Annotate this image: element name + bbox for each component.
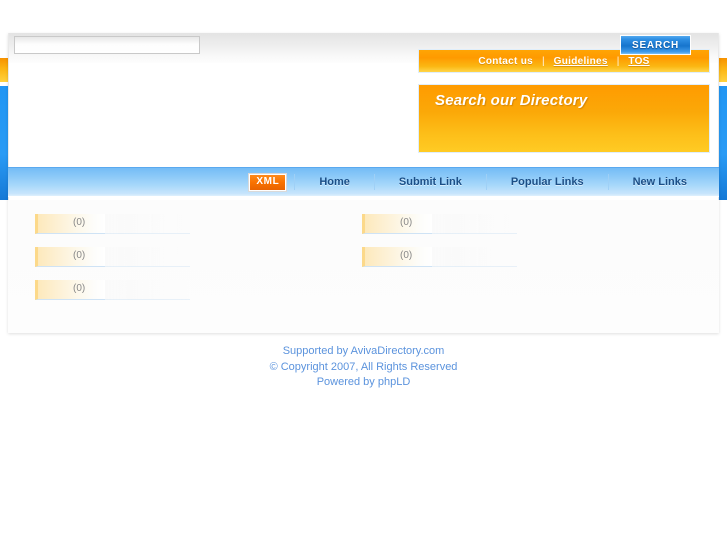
- top-link-contact-us[interactable]: Contact us: [469, 56, 542, 67]
- nav-separator: [373, 174, 375, 190]
- search-panel: Search our Directory: [418, 84, 710, 153]
- category-pill: [35, 247, 105, 267]
- nav-item-submit-link[interactable]: Submit Link: [381, 176, 480, 188]
- nav-item-new-links[interactable]: New Links: [615, 176, 705, 188]
- footer-powered-prefix: Powered by: [316, 376, 378, 388]
- category-fade: [105, 247, 190, 267]
- category-fade: [105, 214, 190, 234]
- category-pill: [35, 214, 105, 234]
- search-input[interactable]: [14, 36, 200, 54]
- category-count: (0): [400, 217, 413, 228]
- category-count: (0): [400, 250, 413, 261]
- list-item[interactable]: (0): [35, 214, 231, 236]
- right-accent-bar-orange: [718, 58, 727, 82]
- list-item[interactable]: (0): [35, 247, 231, 269]
- category-fade: [432, 214, 517, 234]
- nav-separator: [294, 174, 296, 190]
- footer-supported-prefix: Supported by: [282, 345, 351, 357]
- nav-separator: [607, 174, 609, 190]
- category-pill: [362, 247, 432, 267]
- top-links-separator-2: |: [616, 55, 620, 67]
- right-accent-bar-blue: [718, 86, 727, 200]
- category-count: (0): [73, 250, 86, 261]
- list-item[interactable]: (0): [35, 280, 231, 302]
- list-item[interactable]: (0): [362, 247, 558, 269]
- search-panel-title: Search our Directory: [435, 92, 588, 109]
- nav-item-home[interactable]: Home: [301, 176, 368, 188]
- list-item[interactable]: (0): [362, 214, 558, 236]
- xml-feed-badge[interactable]: XML: [249, 173, 287, 191]
- top-link-guidelines[interactable]: Guidelines: [545, 56, 617, 67]
- category-count: (0): [73, 283, 86, 294]
- category-pill: [362, 214, 432, 234]
- page-footer: Supported by AvivaDirectory.com © Copyri…: [0, 344, 727, 391]
- footer-line-copyright: © Copyright 2007, All Rights Reserved: [269, 360, 458, 373]
- category-fade: [432, 247, 517, 267]
- footer-link-phpld[interactable]: phpLD: [378, 376, 410, 388]
- top-link-tos[interactable]: TOS: [619, 56, 658, 67]
- main-navigation-bar: XML Home Submit Link Popular Links New L…: [8, 167, 719, 197]
- footer-line-powered-by: Powered by phpLD: [0, 375, 727, 391]
- top-links-separator-1: |: [542, 55, 545, 67]
- search-button[interactable]: SEARCH: [620, 35, 691, 55]
- footer-line-supported-by: Supported by AvivaDirectory.com: [0, 344, 727, 360]
- category-column-right: (0) (0): [362, 214, 692, 280]
- category-fade: [105, 280, 190, 300]
- nav-item-popular-links[interactable]: Popular Links: [493, 176, 602, 188]
- category-listing-area: (0) (0) (0) (0) (0): [8, 200, 719, 333]
- page-root: Contact us | Guidelines | TOS Search our…: [0, 0, 727, 545]
- footer-link-avivadirectory[interactable]: AvivaDirectory.com: [351, 345, 445, 357]
- category-column-left: (0) (0) (0): [35, 214, 365, 313]
- category-pill: [35, 280, 105, 300]
- category-count: (0): [73, 217, 86, 228]
- nav-separator: [485, 174, 487, 190]
